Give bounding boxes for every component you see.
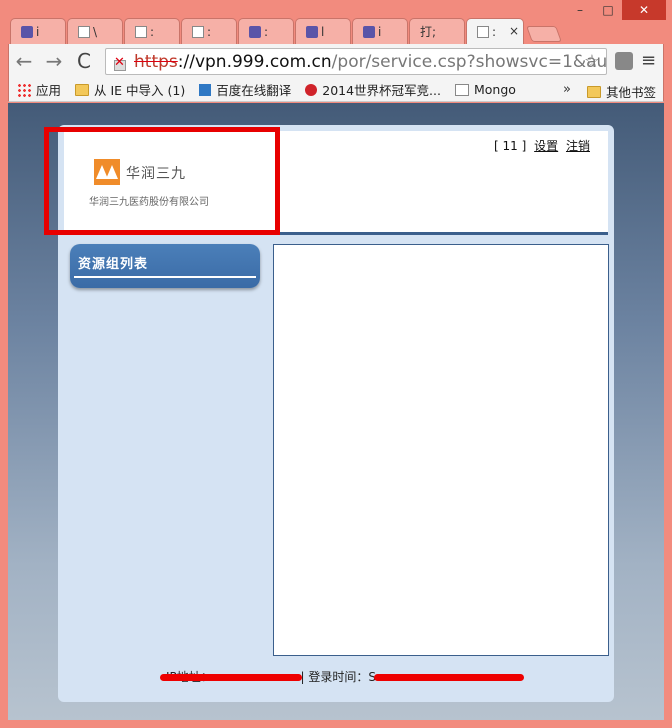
tab-title: 打; [420,25,437,39]
bookmark-apps[interactable]: 应用 [17,80,61,99]
paw-icon [306,25,318,38]
address-bar[interactable]: https://vpn.999.com.cn/por/service.csp?s… [105,48,607,75]
tab-underline [74,276,256,278]
browser-tab[interactable]: : [124,18,180,44]
tab-title: : [207,24,212,39]
menu-icon[interactable]: ≡ [641,50,656,71]
page-icon [78,25,90,38]
bookmark-label: 从 IE 中导入 (1) [94,83,186,98]
insecure-lock-icon[interactable] [112,54,128,71]
bookmark-baidu-translate[interactable]: 百度在线翻译 [199,80,291,99]
browser-tab[interactable]: l [295,18,351,44]
other-bookmarks[interactable]: 其他书签 [587,82,656,101]
browser-tab[interactable]: i [352,18,408,44]
paw-icon [21,25,33,38]
browser-tab[interactable]: \ [67,18,123,44]
folder-icon [75,83,90,96]
paw-icon [363,25,375,38]
tab-title: l [321,24,325,39]
bookmark-label: 应用 [36,83,62,98]
tab-strip: i \ : : : l i 打; : × [10,18,562,44]
bookmark-mongo[interactable]: Mongo [454,82,516,97]
browser-tab[interactable]: i [10,18,66,44]
bookmarks-overflow-button[interactable]: » [563,82,571,97]
maximize-button[interactable]: □ [594,0,622,20]
apps-grid-icon [17,82,31,97]
bookmark-star-icon[interactable]: ☆ [584,51,600,72]
user-links: [ 11 ] 设置 注销 [494,137,590,154]
user-id: [ 11 ] [494,139,527,153]
reload-button[interactable]: C [69,46,99,76]
content-frame [273,244,609,656]
tab-title: i [378,24,382,39]
bookmark-label: 百度在线翻译 [216,83,292,98]
window-controls: – □ ✕ [566,0,666,22]
bookmark-label: Mongo [473,82,516,97]
browser-toolbar: ← → C https://vpn.999.com.cn/por/service… [8,44,664,78]
browser-tab[interactable]: 打; [409,18,465,44]
tab-title: : [150,24,155,39]
browser-tab-active[interactable]: : × [466,18,524,44]
bookmark-label: 其他书签 [606,85,657,100]
url-path: /por/service.csp?showsvc=1&autoC [331,51,607,72]
sidebar-title: 资源组列表 [78,257,149,272]
redaction-mark [374,674,524,681]
browser-window: – □ ✕ i \ : : : l i 打;: × ← → C ✕ https… [0,0,672,728]
vpn-portal-panel: 华润三九 华润三九医药股份有限公司 [ 11 ] 设置 注销 资源组列表 IP地… [44,125,614,702]
tab-title: : [264,24,269,39]
page-icon [135,25,147,38]
folder-icon [587,85,601,98]
bookmarks-bar: 应用 从 IE 中导入 (1) 百度在线翻译 2014世界杯冠军竞... Mon… [8,78,664,102]
url-scheme: https [134,51,178,72]
bookmark-worldcup[interactable]: 2014世界杯冠军竞... [305,80,441,99]
page-icon [192,25,204,38]
forward-button[interactable]: → [39,46,69,76]
minimize-button[interactable]: – [566,0,594,20]
worldcup-icon [305,83,318,96]
page-viewport: 华润三九 华润三九医药股份有限公司 [ 11 ] 设置 注销 资源组列表 IP地… [8,103,664,720]
highlight-box [44,127,280,235]
page-icon [454,83,469,96]
back-button[interactable]: ← [9,46,39,76]
tab-title: : [492,24,497,39]
status-bar: IP地址： | 登录时间：S [160,668,526,685]
tab-title: i [36,24,40,39]
extension-icon[interactable] [615,52,633,70]
translate-icon [199,83,212,96]
bookmark-label: 2014世界杯冠军竞... [322,83,441,98]
browser-tab[interactable]: : [238,18,294,44]
close-window-button[interactable]: ✕ [622,0,666,20]
tab-title: \ [93,24,98,39]
close-tab-icon[interactable]: × [509,24,519,38]
bookmark-ie-import[interactable]: 从 IE 中导入 (1) [75,80,185,99]
login-time-label: 登录时间：S [308,670,376,684]
logout-link[interactable]: 注销 [566,139,590,153]
new-tab-button[interactable] [526,26,562,42]
redaction-mark [160,674,302,681]
settings-link[interactable]: 设置 [534,139,558,153]
page-icon [477,25,489,38]
paw-icon [249,25,261,38]
browser-tab[interactable]: : [181,18,237,44]
url-host: ://vpn.999.com.cn [177,51,332,72]
resource-group-list-tab[interactable]: 资源组列表 [70,244,260,288]
